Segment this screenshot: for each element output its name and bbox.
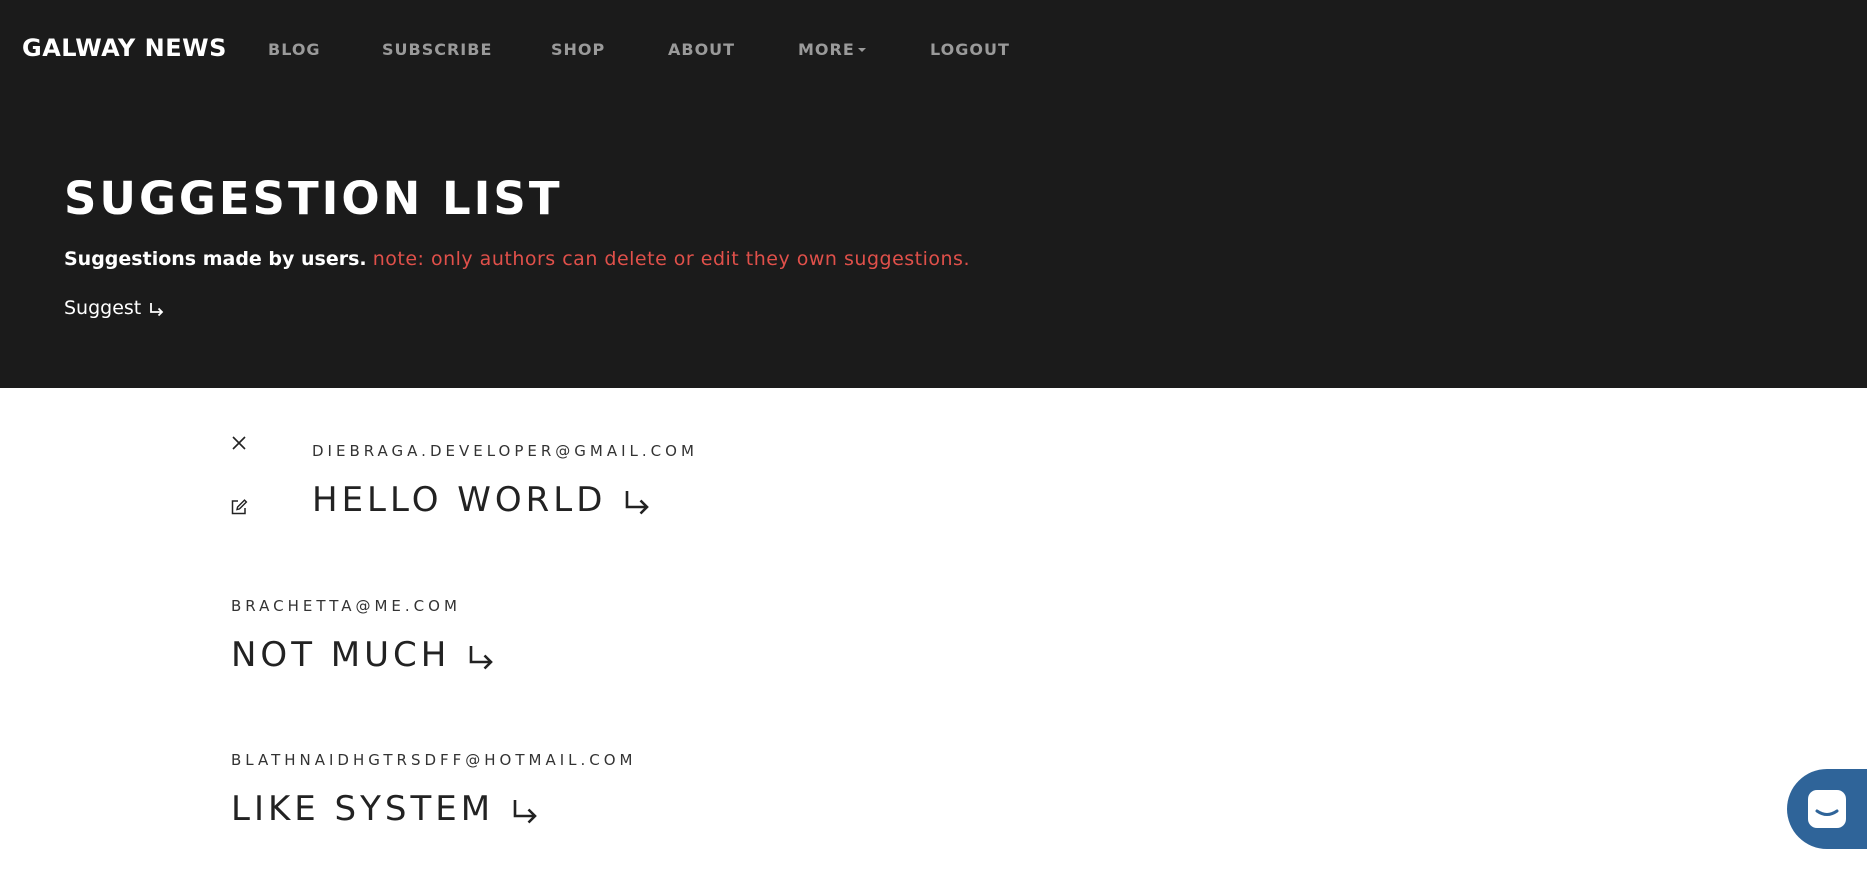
nav-link-subscribe[interactable]: SUBSCRIBE	[382, 40, 492, 59]
suggestion-title: HELLO WORLD	[312, 480, 607, 520]
nav-link-about[interactable]: ABOUT	[668, 40, 735, 59]
edit-icon	[231, 499, 248, 515]
suggest-link[interactable]: Suggest	[64, 297, 165, 319]
suggestion-author: BLATHNAIDHGTRSDFF@HOTMAIL.COM	[231, 751, 637, 769]
chat-launcher-button[interactable]	[1787, 769, 1867, 849]
nav-link-blog[interactable]: BLOG	[268, 40, 321, 59]
nav-link-more-label: MORE	[798, 40, 855, 59]
brand-logo[interactable]: GALWAY NEWS	[22, 34, 227, 62]
chat-icon	[1808, 790, 1846, 828]
suggestion-title: LIKE SYSTEM	[231, 789, 495, 829]
suggestion-title-link[interactable]: LIKE SYSTEM	[231, 789, 539, 829]
suggestion-title-link[interactable]: HELLO WORLD	[312, 480, 651, 520]
edit-button[interactable]	[229, 497, 249, 517]
page-subtitle: Suggestions made by users. note: only au…	[64, 248, 970, 270]
nav-dropdown-more[interactable]: MORE	[798, 40, 866, 59]
suggest-link-label: Suggest	[64, 297, 142, 319]
nav-link-logout[interactable]: LOGOUT	[930, 40, 1010, 59]
arrow-down-right-icon	[513, 799, 537, 823]
caret-down-icon	[857, 48, 866, 52]
suggestion-author: BRACHETTA@ME.COM	[231, 597, 461, 615]
suggestion-title-link[interactable]: NOT MUCH	[231, 635, 495, 675]
page-title: SUGGESTION LIST	[64, 172, 563, 225]
arrow-down-right-icon	[469, 645, 493, 669]
close-icon	[232, 436, 246, 450]
subtitle-lead: Suggestions made by users.	[64, 248, 367, 270]
arrow-down-right-icon	[150, 302, 164, 316]
hero-section: GALWAY NEWS BLOG SUBSCRIBE SHOP ABOUT MO…	[0, 0, 1867, 388]
suggestion-title: NOT MUCH	[231, 635, 451, 675]
suggestion-author: DIEBRAGA.DEVELOPER@GMAIL.COM	[312, 442, 698, 460]
arrow-down-right-icon	[625, 490, 650, 514]
delete-button[interactable]	[229, 433, 249, 453]
navbar: GALWAY NEWS BLOG SUBSCRIBE SHOP ABOUT MO…	[0, 0, 1867, 96]
subtitle-note: note: only authors can delete or edit th…	[372, 248, 970, 270]
nav-link-shop[interactable]: SHOP	[551, 40, 605, 59]
